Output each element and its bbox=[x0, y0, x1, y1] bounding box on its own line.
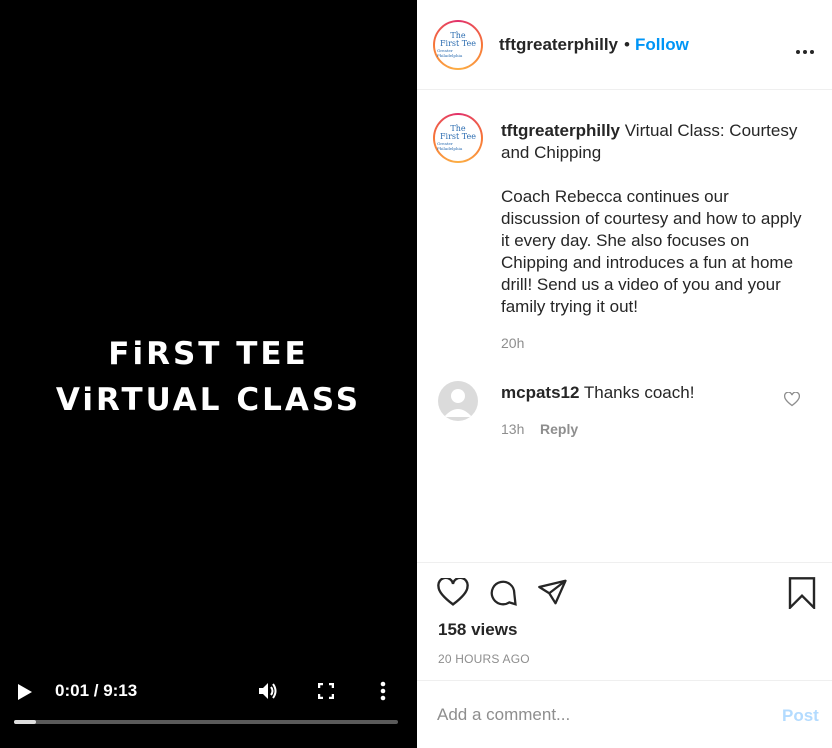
share-icon[interactable] bbox=[538, 578, 568, 611]
fullscreen-icon[interactable] bbox=[317, 682, 335, 704]
add-comment-bar: Post bbox=[417, 680, 832, 748]
profile-avatar[interactable]: The First Tee Greater Philadelphia bbox=[433, 20, 483, 70]
video-progress-fill bbox=[14, 720, 36, 724]
logo-subtitle: Greater Philadelphia bbox=[437, 141, 463, 151]
comment-text: mcpats12 Thanks coach! bbox=[501, 383, 694, 403]
caption-body: Coach Rebecca continues our discussion o… bbox=[501, 187, 802, 316]
like-icon[interactable] bbox=[437, 576, 469, 612]
video-time: 0:01 / 9:13 bbox=[55, 681, 138, 700]
logo-line-2: First Tee bbox=[440, 132, 476, 141]
save-bookmark-icon[interactable] bbox=[788, 577, 816, 614]
follow-button[interactable]: Follow bbox=[635, 35, 689, 55]
separator-dot: • bbox=[624, 35, 630, 54]
comment-timestamp[interactable]: 13h bbox=[501, 421, 524, 437]
video-controls: 0:01 / 9:13 bbox=[0, 676, 417, 706]
video-player[interactable]: FiRST TEE ViRTUAL CLASS 0:01 / 9:13 bbox=[0, 0, 417, 748]
post-panel: The First Tee Greater Philadelphia tftgr… bbox=[417, 0, 832, 748]
video-title-line-1: FiRST TEE bbox=[108, 336, 309, 372]
more-options-icon[interactable] bbox=[795, 42, 815, 60]
volume-icon[interactable] bbox=[258, 682, 278, 705]
video-title-line-2: ViRTUAL CLASS bbox=[55, 382, 362, 418]
reply-button[interactable]: Reply bbox=[540, 421, 578, 437]
view-count[interactable]: 158 views bbox=[438, 620, 517, 640]
more-options-icon[interactable] bbox=[380, 681, 386, 706]
comment-input[interactable] bbox=[437, 705, 757, 725]
comment-username[interactable]: mcpats12 bbox=[501, 383, 579, 402]
logo-line-2: First Tee bbox=[440, 39, 476, 48]
play-icon[interactable] bbox=[18, 684, 32, 700]
post-age: 20 HOURS AGO bbox=[438, 652, 530, 666]
caption-timestamp[interactable]: 20h bbox=[501, 335, 524, 351]
comment-like-icon[interactable] bbox=[783, 391, 801, 412]
comment-icon[interactable] bbox=[487, 578, 519, 613]
logo-subtitle: Greater Philadelphia bbox=[437, 48, 463, 58]
commenter-avatar[interactable] bbox=[438, 381, 478, 421]
video-progress-bar[interactable] bbox=[14, 720, 398, 724]
caption-username[interactable]: tftgreaterphilly bbox=[501, 121, 620, 140]
caption-avatar[interactable]: The First Tee Greater Philadelphia bbox=[433, 113, 483, 163]
header-username[interactable]: tftgreaterphilly bbox=[499, 35, 618, 55]
caption-headline: tftgreaterphilly Virtual Class: Courtesy… bbox=[501, 120, 811, 164]
comment-body: Thanks coach! bbox=[579, 383, 695, 402]
action-bar bbox=[417, 562, 832, 563]
post-header: The First Tee Greater Philadelphia tftgr… bbox=[417, 0, 832, 90]
post-button[interactable]: Post bbox=[782, 706, 819, 726]
